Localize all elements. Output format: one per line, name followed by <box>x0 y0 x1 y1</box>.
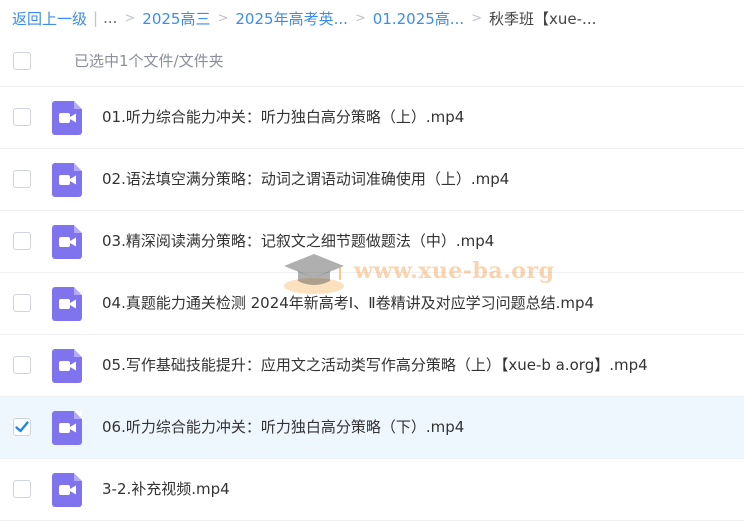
file-checkbox[interactable] <box>13 356 31 374</box>
file-row[interactable]: 04.真题能力通关检测 2024年新高考Ⅰ、Ⅱ卷精讲及对应学习问题总结.mp4 <box>0 273 744 335</box>
file-name[interactable]: 02.语法填空满分策略：动词之谓语动词准确使用（上）.mp4 <box>102 149 509 210</box>
file-checkbox[interactable] <box>13 480 31 498</box>
video-camera-glyph <box>59 113 76 123</box>
breadcrumb-item-english[interactable]: 2025年高考英... <box>235 8 347 29</box>
file-name[interactable]: 03.精深阅读满分策略：记叙文之细节题做题法（中）.mp4 <box>102 211 494 272</box>
video-camera-glyph <box>59 361 76 371</box>
select-all-checkbox[interactable] <box>13 52 31 70</box>
file-name[interactable]: 04.真题能力通关检测 2024年新高考Ⅰ、Ⅱ卷精讲及对应学习问题总结.mp4 <box>102 273 594 334</box>
video-camera-glyph <box>59 237 76 247</box>
file-row[interactable]: 02.语法填空满分策略：动词之谓语动词准确使用（上）.mp4 <box>0 149 744 211</box>
selection-header: 已选中1个文件/文件夹 <box>0 36 744 87</box>
video-file-icon <box>52 101 82 135</box>
breadcrumb-current: 秋季班【xue-... <box>489 9 597 28</box>
video-file-icon <box>52 225 82 259</box>
checkmark-icon <box>15 421 29 433</box>
file-checkbox[interactable] <box>13 418 31 436</box>
video-camera-glyph <box>59 299 76 309</box>
video-camera-glyph <box>59 175 76 185</box>
video-file-icon <box>52 411 82 445</box>
file-row[interactable]: 03.精深阅读满分策略：记叙文之细节题做题法（中）.mp4 <box>0 211 744 273</box>
file-row[interactable]: 06.听力综合能力冲关：听力独白高分策略（下）.mp4 <box>0 397 744 459</box>
file-checkbox[interactable] <box>13 170 31 188</box>
file-row[interactable]: 05.写作基础技能提升：应用文之活动类写作高分策略（上）【xue-b a.org… <box>0 335 744 397</box>
breadcrumb: 返回上一级 | ... > 2025高三 > 2025年高考英... > 01.… <box>12 0 744 36</box>
back-link[interactable]: 返回上一级 <box>12 8 87 29</box>
breadcrumb-divider: | <box>93 9 99 27</box>
file-row[interactable]: 3-2.补充视频.mp4 <box>0 459 744 521</box>
chevron-right-icon: > <box>354 10 366 26</box>
file-name[interactable]: 3-2.补充视频.mp4 <box>102 459 230 520</box>
file-checkbox[interactable] <box>13 294 31 312</box>
video-file-icon <box>52 287 82 321</box>
file-name[interactable]: 06.听力综合能力冲关：听力独白高分策略（下）.mp4 <box>102 397 464 458</box>
chevron-right-icon: > <box>124 10 136 26</box>
video-file-icon <box>52 473 82 507</box>
file-name[interactable]: 05.写作基础技能提升：应用文之活动类写作高分策略（上）【xue-b a.org… <box>102 335 648 396</box>
file-row[interactable]: 01.听力综合能力冲关：听力独白高分策略（上）.mp4 <box>0 87 744 149</box>
chevron-right-icon: > <box>471 10 483 26</box>
breadcrumb-item-01[interactable]: 01.2025高... <box>373 8 464 29</box>
breadcrumb-item-2025-gaosan[interactable]: 2025高三 <box>142 8 210 29</box>
video-camera-glyph <box>59 423 76 433</box>
breadcrumb-ellipsis[interactable]: ... <box>103 9 117 27</box>
video-file-icon <box>52 163 82 197</box>
chevron-right-icon: > <box>217 10 229 26</box>
file-checkbox[interactable] <box>13 108 31 126</box>
video-file-icon <box>52 349 82 383</box>
selection-count: 已选中1个文件/文件夹 <box>74 52 224 70</box>
file-checkbox[interactable] <box>13 232 31 250</box>
video-camera-glyph <box>59 485 76 495</box>
file-name[interactable]: 01.听力综合能力冲关：听力独白高分策略（上）.mp4 <box>102 87 464 148</box>
